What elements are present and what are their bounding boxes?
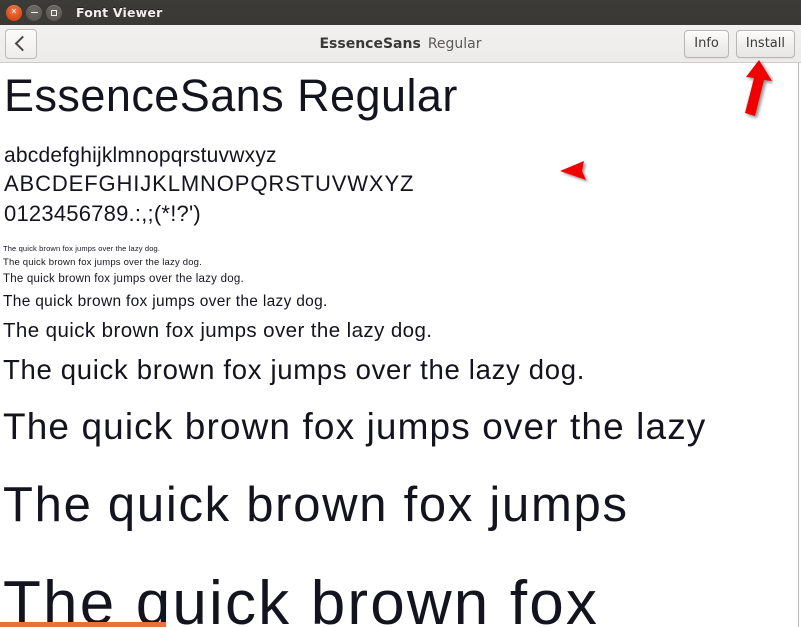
font-style-label: Regular	[427, 35, 482, 52]
specimen-uppercase: ABCDEFGHIJKLMNOPQRSTUVWXYZ	[4, 171, 415, 196]
info-button[interactable]: Info	[684, 29, 729, 58]
window-title: Font Viewer	[76, 5, 163, 20]
chevron-left-icon	[14, 35, 31, 52]
pangram-line: The quick brown fox jumps over the lazy …	[3, 273, 244, 285]
specimen-heading: EssenceSans Regular	[4, 70, 458, 121]
pangram-line: The quick brown fox jumps over the lazy …	[3, 244, 161, 253]
install-button[interactable]: Install	[735, 29, 795, 58]
pangram-line: The quick brown fox jumps over the lazy …	[3, 319, 433, 342]
back-button[interactable]	[5, 28, 37, 59]
maximize-icon[interactable]	[46, 4, 62, 21]
minimize-glyph	[30, 11, 38, 14]
toolbar: EssenceSans Regular Info Install	[0, 25, 801, 63]
font-title-group: EssenceSans Regular	[0, 35, 801, 53]
close-glyph	[11, 8, 18, 17]
vertical-scrollbar-track	[798, 63, 799, 627]
pangram-line: The quick brown fox jumps over the lazy …	[3, 257, 202, 268]
vertical-scrollbar[interactable]	[797, 63, 801, 627]
window-controls	[6, 4, 62, 21]
pangram-line: The quick brown fox jumps over the lazy …	[3, 293, 328, 310]
toolbar-actions: Info Install	[684, 29, 795, 58]
pangram-line: The quick brown fox jumps over the lazy …	[3, 354, 586, 385]
font-name-label: EssenceSans	[319, 35, 421, 52]
specimen-digits: 0123456789.:,;(*!?')	[4, 201, 201, 226]
specimen-lowercase: abcdefghijklmnopqrstuvwxyz	[4, 144, 277, 167]
pangram-line: The quick brown fox jumps	[3, 478, 629, 532]
maximize-glyph	[51, 9, 57, 16]
font-viewer-window: Font Viewer EssenceSans Regular Info Inst…	[0, 0, 801, 627]
font-specimen-area[interactable]: EssenceSans Regular abcdefghijklmnopqrst…	[0, 63, 801, 627]
horizontal-scrollbar[interactable]	[0, 622, 166, 627]
pangram-line: The quick brown fox jumps over the lazy	[3, 406, 707, 447]
window-titlebar: Font Viewer	[0, 0, 801, 25]
minimize-icon[interactable]	[26, 4, 42, 21]
close-icon[interactable]	[6, 4, 22, 21]
pangram-line: The quick brown fox	[3, 569, 600, 627]
